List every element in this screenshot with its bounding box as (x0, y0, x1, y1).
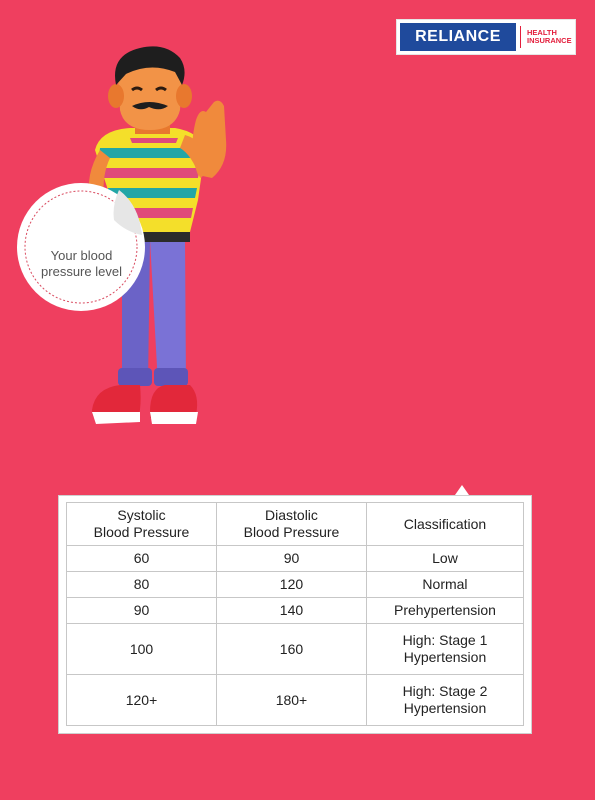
systolic-cell: 100 (66, 623, 217, 676)
classification-line1: High: Stage 2 (402, 683, 488, 700)
header-diastolic-line2: Blood Pressure (243, 524, 340, 540)
table-row: 80 120 Normal (66, 571, 525, 599)
sticker-line2: pressure level (41, 264, 122, 279)
systolic-cell: 80 (66, 571, 217, 599)
header-classification: Classification (365, 502, 525, 546)
diastolic-cell: 120 (215, 571, 367, 599)
sticker-line1: Your blood (50, 248, 113, 263)
classification-cell: Prehypertension (365, 597, 525, 625)
systolic-cell: 120+ (66, 674, 217, 726)
header-systolic-line1: Systolic (117, 507, 166, 523)
classification-line1: High: Stage 1 (402, 632, 488, 649)
blood-pressure-table: Systolic Blood Pressure Diastolic Blood … (66, 502, 525, 726)
header-diastolic-line1: Diastolic (265, 507, 318, 523)
classification-cell: High: Stage 2 Hypertension (365, 674, 525, 726)
table-row: 120+ 180+ High: Stage 2 Hypertension (66, 674, 525, 726)
classification-line1: Low (432, 550, 458, 567)
systolic-cell: 60 (66, 544, 217, 573)
blood-pressure-table-card: Systolic Blood Pressure Diastolic Blood … (58, 495, 532, 734)
diastolic-cell: 180+ (215, 674, 367, 726)
classification-line2: Hypertension (403, 700, 487, 717)
header-diastolic: Diastolic Blood Pressure (215, 502, 367, 546)
diastolic-cell: 160 (215, 623, 367, 676)
table-row: 100 160 High: Stage 1 Hypertension (66, 623, 525, 676)
table-row: 60 90 Low (66, 544, 525, 573)
header-systolic: Systolic Blood Pressure (66, 502, 217, 546)
table-row: 90 140 Prehypertension (66, 597, 525, 625)
classification-cell: Normal (365, 571, 525, 599)
classification-line2: Hypertension (403, 649, 487, 666)
classification-line1: Prehypertension (394, 602, 496, 619)
classification-line1: Normal (422, 576, 468, 593)
classification-cell: High: Stage 1 Hypertension (365, 623, 525, 676)
diastolic-cell: 90 (215, 544, 367, 573)
header-systolic-line2: Blood Pressure (93, 524, 190, 540)
diastolic-cell: 140 (215, 597, 367, 625)
table-notch (455, 485, 469, 495)
table-header-row: Systolic Blood Pressure Diastolic Blood … (66, 502, 525, 546)
classification-cell: Low (365, 544, 525, 573)
sticker-label: Your blood pressure level (14, 248, 149, 280)
systolic-cell: 90 (66, 597, 217, 625)
